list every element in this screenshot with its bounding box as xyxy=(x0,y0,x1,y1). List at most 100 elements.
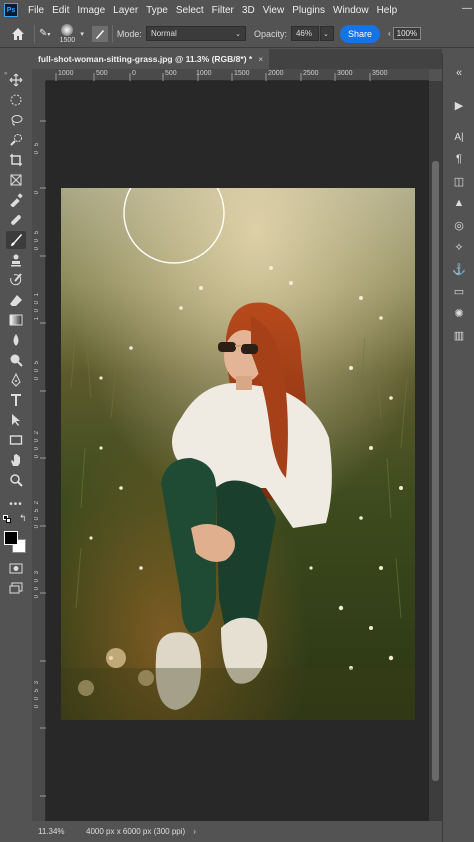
blur-tool-icon[interactable] xyxy=(6,331,26,349)
brush-tool-indicator-icon[interactable]: ✎▾ xyxy=(39,28,50,39)
home-button[interactable] xyxy=(6,22,30,46)
crop-tool-icon[interactable] xyxy=(6,151,26,169)
brush-preset-picker[interactable]: 1500 xyxy=(54,23,80,44)
play-action-icon[interactable]: ▶ xyxy=(452,98,466,112)
properties-panel-icon[interactable]: ✺ xyxy=(452,306,466,320)
ruler-corner xyxy=(32,69,46,81)
pen-tool-icon[interactable] xyxy=(6,371,26,389)
hand-tool-icon[interactable] xyxy=(6,451,26,469)
ruler-label: 0 xyxy=(34,239,40,243)
lasso-tool-icon[interactable] xyxy=(6,111,26,129)
menu-help[interactable]: Help xyxy=(373,5,402,16)
swap-colors-icon[interactable]: ↰ xyxy=(19,513,27,524)
brush-settings-chevron-icon[interactable]: ▾ xyxy=(80,30,84,38)
healing-brush-icon[interactable] xyxy=(6,211,26,229)
options-bar: ✎▾ 1500 ▾ Mode: Normal ⌄ Opacity: 46% ⌄ … xyxy=(0,20,474,48)
default-colors-icon[interactable] xyxy=(3,515,11,523)
quick-mask-icon[interactable] xyxy=(6,559,26,577)
gradient-tool-icon[interactable] xyxy=(6,311,26,329)
mode-select[interactable]: Normal ⌄ xyxy=(145,26,246,41)
scrollbar-thumb[interactable] xyxy=(432,161,439,781)
panel-dock: « ▶ A| ¶ ◫ ▲ ◎ ⟡ ⚓ ▭ ✺ ▥ xyxy=(442,54,474,842)
ruler-label: 0 xyxy=(34,525,40,529)
character-panel-icon[interactable]: A| xyxy=(452,130,466,144)
eraser-tool-icon[interactable] xyxy=(6,291,26,309)
zoom-tool-icon[interactable] xyxy=(6,471,26,489)
eyedropper-tool-icon[interactable] xyxy=(6,191,26,209)
clone-stamp-icon[interactable] xyxy=(6,251,26,269)
menu-file[interactable]: File xyxy=(24,5,48,16)
marquee-tool-icon[interactable] xyxy=(6,91,26,109)
ruler-label: 2000 xyxy=(268,70,284,77)
photoshop-logo-icon: Ps xyxy=(4,3,18,17)
rectangle-tool-icon[interactable] xyxy=(6,431,26,449)
ruler-label: 1500 xyxy=(234,70,250,77)
more-tools-icon[interactable]: ••• xyxy=(6,495,26,513)
path-select-icon[interactable] xyxy=(6,411,26,429)
channels-panel-icon[interactable]: ◎ xyxy=(452,218,466,232)
document-canvas[interactable] xyxy=(61,188,415,720)
ruler-label: 0 xyxy=(34,247,40,251)
menu-filter[interactable]: Filter xyxy=(208,5,238,16)
document-tab-title: full-shot-woman-sitting-grass.jpg @ 11.3… xyxy=(38,54,253,64)
menu-layer[interactable]: Layer xyxy=(109,5,142,16)
menu-edit[interactable]: Edit xyxy=(48,5,73,16)
ruler-label: 0 xyxy=(34,587,40,591)
mode-label: Mode: xyxy=(116,28,142,39)
menu-select[interactable]: Select xyxy=(172,5,208,16)
brushes-panel-icon[interactable]: ▲ xyxy=(452,196,466,210)
ruler-label: 0 xyxy=(34,697,40,701)
ruler-label: 0 xyxy=(132,70,136,77)
ruler-vertical: 5 0 0 5 0 0 1 0 0 1 5 0 0 2 0 0 0 2 5 0 … xyxy=(32,81,46,821)
ruler-label: 0 xyxy=(34,705,40,709)
menu-image[interactable]: Image xyxy=(73,5,109,16)
zoom-control[interactable]: ‹ 100% xyxy=(388,27,422,40)
adjustments-panel-icon[interactable]: ◫ xyxy=(452,174,466,188)
document-tab[interactable]: full-shot-woman-sitting-grass.jpg @ 11.3… xyxy=(32,49,270,69)
ruler-label: 5 xyxy=(34,231,40,235)
quick-select-tool-icon[interactable] xyxy=(6,131,26,149)
share-button[interactable]: Share xyxy=(339,24,380,43)
opacity-value: 46% xyxy=(295,29,312,38)
menu-window[interactable]: Window xyxy=(329,5,373,16)
ruler-label: 0 xyxy=(34,191,40,195)
frame-tool-icon[interactable] xyxy=(6,171,26,189)
clone-source-panel-icon[interactable]: ⚓ xyxy=(452,262,466,276)
history-brush-icon[interactable] xyxy=(6,271,26,289)
foreground-color-swatch[interactable] xyxy=(4,531,18,545)
libraries-panel-icon[interactable]: ▥ xyxy=(452,328,466,342)
brush-settings-panel-button[interactable] xyxy=(91,25,108,42)
ruler-label: 1 xyxy=(34,317,40,321)
minimize-icon[interactable]: — xyxy=(462,3,472,14)
status-zoom[interactable]: 11.34% xyxy=(32,827,78,836)
close-icon[interactable]: × xyxy=(258,54,263,64)
menu-3d[interactable]: 3D xyxy=(238,5,259,16)
brush-tool-icon[interactable] xyxy=(6,231,26,249)
opacity-input[interactable]: 46% xyxy=(290,26,319,41)
menu-view[interactable]: View xyxy=(259,5,289,16)
status-menu-arrow-icon[interactable]: › xyxy=(193,827,196,836)
move-tool-icon[interactable] xyxy=(6,71,26,89)
paths-panel-icon[interactable]: ⟡ xyxy=(452,240,466,254)
menu-type[interactable]: Type xyxy=(142,5,172,16)
comments-panel-icon[interactable]: ▭ xyxy=(452,284,466,298)
menu-plugins[interactable]: Plugins xyxy=(288,5,329,16)
paragraph-panel-icon[interactable]: ¶ xyxy=(452,152,466,166)
opacity-label: Opacity: xyxy=(253,28,287,39)
ruler-label: 5 xyxy=(34,509,40,513)
ruler-label: 5 xyxy=(34,689,40,693)
separator xyxy=(111,24,113,43)
brush-size-value: 1500 xyxy=(59,36,76,44)
ruler-label: 2 xyxy=(34,501,40,505)
dodge-tool-icon[interactable] xyxy=(6,351,26,369)
home-icon xyxy=(12,27,24,40)
tools-panel: » ••• ↰ xyxy=(0,69,32,629)
vertical-scrollbar[interactable] xyxy=(429,81,442,821)
ruler-label: 0 xyxy=(34,447,40,451)
ruler-label: 2 xyxy=(34,431,40,435)
screen-mode-icon[interactable] xyxy=(6,579,26,597)
type-tool-icon[interactable] xyxy=(6,391,26,409)
opacity-dropdown[interactable]: ⌄ xyxy=(319,26,334,41)
collapse-panels-icon[interactable]: « xyxy=(452,66,466,80)
ruler-label: 500 xyxy=(165,70,177,77)
